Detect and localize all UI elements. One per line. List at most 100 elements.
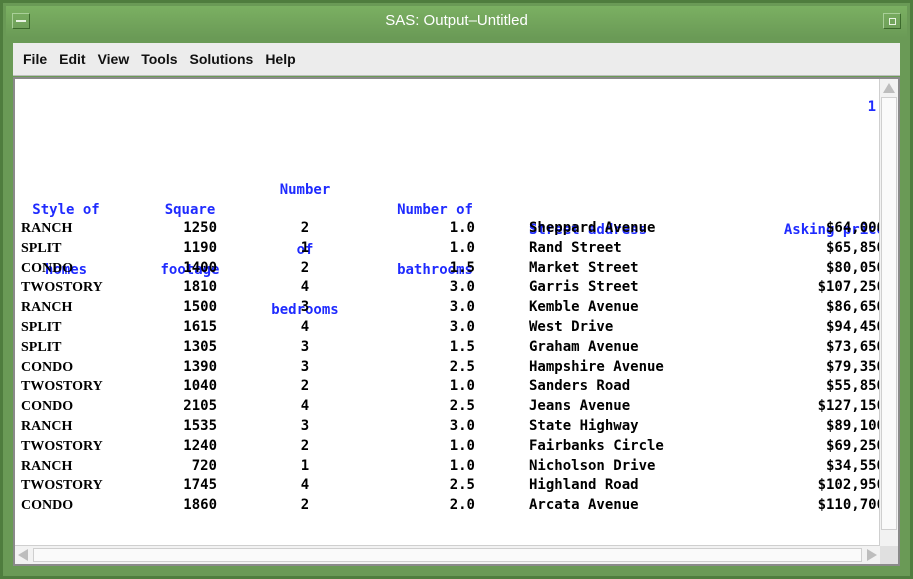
cell-sqft: 1615 — [183, 319, 217, 335]
menu-tools[interactable]: Tools — [135, 51, 183, 67]
cell-sqft: 1400 — [183, 259, 217, 276]
sas-output-window: SAS: Output–Untitled File Edit View Tool… — [0, 0, 913, 579]
menu-file[interactable]: File — [13, 51, 53, 67]
cell-style: CONDO — [21, 260, 74, 276]
menu-bar: File Edit View Tools Solutions Help — [13, 43, 900, 76]
cell-sqft: 1040 — [183, 378, 217, 395]
table-row: CONDO 2105 4 2.5 Jeans Avenue $127,150 — [15, 397, 880, 417]
cell-street: West Drive — [529, 319, 614, 335]
cell-bedrooms: 3 — [300, 299, 310, 316]
table-row: RANCH 1500 3 3.0 Kemble Avenue $86,650 — [15, 298, 880, 318]
table-row: RANCH 1535 3 3.0 State Highway $89,100 — [15, 417, 880, 437]
cell-price: $69,250 — [825, 437, 880, 454]
cell-style: RANCH — [21, 300, 73, 316]
cell-sqft: 1745 — [183, 477, 217, 494]
cell-street: Graham Avenue — [529, 338, 639, 355]
table-row: SPLIT 1305 3 1.5 Graham Avenue $73,650 — [15, 338, 880, 358]
vertical-scrollbar[interactable] — [879, 79, 898, 546]
maximize-icon[interactable] — [883, 13, 901, 29]
vertical-scroll-thumb[interactable] — [881, 97, 897, 530]
scrollbar-corner — [880, 546, 898, 564]
cell-street: Nicholson Drive — [529, 457, 656, 474]
output-pane[interactable]: 1 Style of homes Square footage Number o… — [13, 77, 900, 566]
header-bathrooms-line: Number of — [397, 202, 473, 218]
cell-street: Market Street — [529, 259, 639, 276]
scroll-left-icon[interactable] — [18, 549, 28, 561]
cell-street: Fairbanks Circle — [529, 437, 664, 454]
menu-help[interactable]: Help — [259, 51, 301, 67]
cell-bathrooms: 3.0 — [449, 279, 475, 296]
cell-bedrooms: 1 — [300, 239, 310, 256]
cell-bathrooms: 2.5 — [449, 398, 475, 415]
cell-sqft: 1860 — [183, 497, 217, 514]
table-row: TWOSTORY 1745 4 2.5 Highland Road $102,950 — [15, 476, 880, 496]
cell-style: SPLIT — [21, 320, 62, 335]
scroll-up-icon[interactable] — [883, 83, 895, 93]
menu-solutions[interactable]: Solutions — [184, 51, 260, 67]
cell-price: $89,100 — [825, 418, 880, 434]
cell-price: $34,550 — [825, 457, 880, 474]
cell-price: $102,950 — [817, 477, 880, 494]
cell-bathrooms: 1.0 — [449, 378, 475, 395]
cell-street: Jeans Avenue — [529, 398, 631, 415]
cell-street: Highland Road — [529, 477, 639, 494]
cell-bedrooms: 2 — [300, 437, 310, 454]
cell-style: RANCH — [21, 419, 73, 434]
cell-bedrooms: 3 — [300, 358, 310, 375]
window-title: SAS: Output–Untitled — [385, 12, 528, 29]
cell-price: $55,850 — [825, 378, 880, 395]
cell-bathrooms: 3.0 — [449, 299, 475, 316]
cell-street: Sheppard Avenue — [529, 220, 656, 236]
cell-bedrooms: 3 — [300, 418, 310, 434]
cell-street: Garris Street — [529, 279, 639, 296]
cell-bedrooms: 3 — [300, 338, 310, 355]
cell-sqft: 720 — [191, 457, 217, 474]
cell-price: $110,700 — [817, 497, 880, 514]
cell-street: State Highway — [529, 418, 639, 434]
header-sqft-line: Square — [164, 202, 216, 218]
table-row: TWOSTORY 1810 4 3.0 Garris Street $107,250 — [15, 278, 880, 298]
menu-edit[interactable]: Edit — [53, 51, 91, 67]
cell-bathrooms: 3.0 — [449, 418, 475, 434]
cell-bathrooms: 3.0 — [449, 319, 475, 335]
horizontal-scroll-thumb[interactable] — [33, 548, 862, 562]
cell-style: CONDO — [21, 498, 74, 514]
cell-style: TWOSTORY — [21, 379, 103, 395]
cell-sqft: 1810 — [183, 279, 217, 296]
scroll-right-icon[interactable] — [867, 549, 877, 561]
title-bar[interactable]: SAS: Output–Untitled — [6, 6, 907, 38]
cell-bathrooms: 1.5 — [449, 338, 475, 355]
horizontal-scrollbar[interactable] — [15, 545, 880, 564]
cell-sqft: 1190 — [183, 239, 217, 256]
table-row: CONDO 1400 2 1.5 Market Street $80,050 — [15, 259, 880, 279]
cell-sqft: 1240 — [183, 437, 217, 454]
cell-style: CONDO — [21, 359, 74, 375]
cell-bathrooms: 1.0 — [449, 457, 475, 474]
cell-style: SPLIT — [21, 240, 62, 256]
cell-sqft: 1305 — [183, 338, 217, 355]
table-row: RANCH 1250 2 1.0 Sheppard Avenue $64,000 — [15, 219, 880, 239]
header-bedrooms-line: Number — [279, 182, 331, 198]
cell-sqft: 1250 — [183, 220, 217, 236]
table-row: TWOSTORY 1240 2 1.0 Fairbanks Circle $69,250 — [15, 437, 880, 457]
cell-bathrooms: 1.5 — [449, 259, 475, 276]
table-row: TWOSTORY 1040 2 1.0 Sanders Road $55,850 — [15, 377, 880, 397]
output-content: 1 Style of homes Square footage Number o… — [15, 79, 880, 546]
cell-price: $86,650 — [825, 299, 880, 316]
menu-view[interactable]: View — [92, 51, 136, 67]
cell-price: $80,050 — [825, 259, 880, 276]
cell-style: TWOSTORY — [21, 478, 103, 494]
cell-bedrooms: 4 — [300, 398, 310, 415]
cell-price: $79,350 — [825, 358, 880, 375]
cell-style: SPLIT — [21, 339, 62, 355]
page-number: 1 — [867, 99, 876, 115]
cell-bedrooms: 4 — [300, 279, 310, 296]
cell-sqft: 1500 — [183, 299, 217, 316]
cell-street: Rand Street — [529, 239, 622, 256]
cell-style: TWOSTORY — [21, 438, 103, 454]
cell-bedrooms: 2 — [300, 259, 310, 276]
cell-bedrooms: 2 — [300, 378, 310, 395]
cell-street: Arcata Avenue — [529, 497, 639, 514]
table-row: RANCH 720 1 1.0 Nicholson Drive $34,550 — [15, 457, 880, 477]
cell-sqft: 1390 — [183, 358, 217, 375]
